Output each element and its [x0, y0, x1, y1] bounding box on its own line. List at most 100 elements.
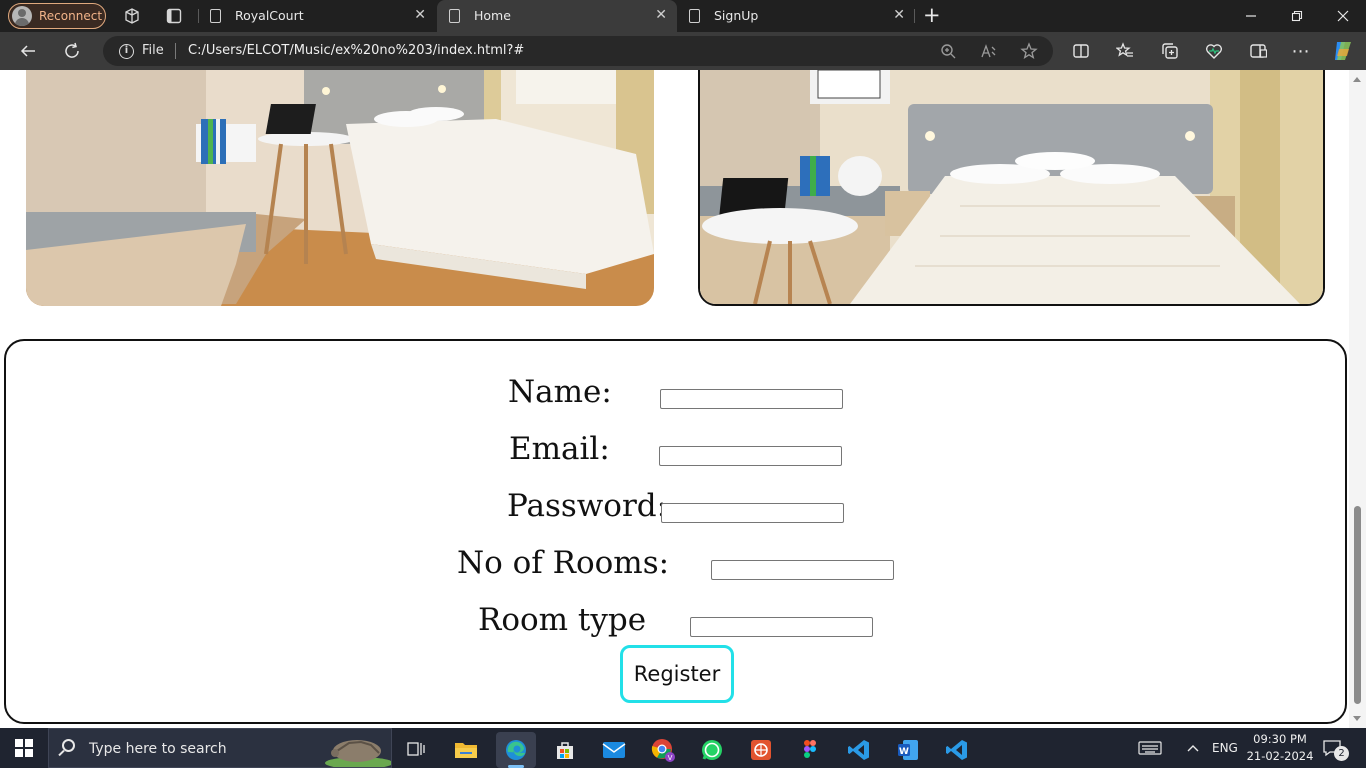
copilot-button[interactable]: [1330, 39, 1356, 63]
page-viewport: Name: Email: Password: No of Rooms: Room…: [0, 70, 1349, 728]
rooms-count-input[interactable]: [711, 560, 894, 580]
file-explorer-button[interactable]: [446, 732, 486, 768]
sidebar-icon: [1250, 44, 1267, 58]
rooms-count-label: No of Rooms:: [457, 545, 670, 581]
url-text[interactable]: C:/Users/ELCOT/Music/ex%20no%203/index.h…: [188, 43, 524, 58]
store-taskbar-button[interactable]: [545, 732, 585, 768]
start-button[interactable]: [0, 728, 48, 768]
split-screen-button[interactable]: [1068, 39, 1094, 63]
language-label: ENG: [1212, 741, 1238, 755]
password-label: Password:: [507, 488, 668, 524]
page-icon: [210, 9, 221, 23]
search-placeholder: Type here to search: [89, 741, 227, 757]
refresh-button[interactable]: [59, 39, 85, 63]
read-aloud-icon[interactable]: [980, 42, 998, 60]
refresh-icon: [65, 42, 79, 58]
bedroom-photo-1-image: [26, 70, 654, 306]
tab-royalcourt[interactable]: RoyalCourt ✕: [198, 0, 436, 32]
bedroom-photo-1: [26, 70, 654, 306]
room-type-input[interactable]: [690, 617, 873, 637]
clock-time: 09:30 PM: [1253, 732, 1307, 746]
favorite-star-icon[interactable]: [1020, 42, 1038, 60]
taskbar-clock[interactable]: 09:30 PM 21-02-2024: [1240, 731, 1320, 765]
bedroom-photo-2: [698, 70, 1325, 306]
keyboard-icon: [1138, 741, 1162, 755]
heart-pulse-icon: [1205, 44, 1223, 59]
name-label: Name:: [508, 374, 612, 410]
show-hidden-icons-button[interactable]: [1186, 728, 1200, 768]
vscode-taskbar-button-2[interactable]: [937, 732, 977, 768]
info-icon[interactable]: i: [119, 44, 134, 59]
back-button[interactable]: [15, 39, 41, 63]
registration-form: Name: Email: Password: No of Rooms: Room…: [4, 339, 1347, 724]
favorites-button[interactable]: [1112, 39, 1138, 63]
language-indicator[interactable]: ENG: [1212, 728, 1238, 768]
browser-toolbar: i File C:/Users/ELCOT/Music/ex%20no%203/…: [0, 32, 1366, 70]
figma-icon: [804, 740, 816, 758]
password-input[interactable]: [661, 503, 844, 523]
address-bar[interactable]: i File C:/Users/ELCOT/Music/ex%20no%203/…: [103, 36, 1053, 66]
close-window-button[interactable]: [1320, 0, 1366, 32]
figma-taskbar-button[interactable]: [790, 732, 830, 768]
collections-icon: [1162, 43, 1178, 59]
zoom-icon[interactable]: [939, 42, 957, 60]
app-red-taskbar-button[interactable]: [741, 732, 781, 768]
vscode-icon: [946, 740, 967, 760]
favorites-icon: [1116, 42, 1133, 57]
page-icon: [449, 9, 460, 23]
task-view-button[interactable]: [396, 732, 436, 768]
tray-keyboard-button[interactable]: [1138, 728, 1162, 768]
search-icon: [62, 739, 75, 752]
mail-icon: [602, 742, 626, 758]
tab-title: Home: [474, 8, 511, 23]
folder-icon: [455, 743, 477, 758]
browser-tab-strip: Reconnect RoyalCourt ✕ Home ✕ SignUp ✕ +: [0, 0, 1366, 32]
profile-button[interactable]: Reconnect: [8, 3, 106, 29]
close-tab-icon[interactable]: ✕: [414, 7, 426, 23]
taskbar-search-box[interactable]: Type here to search: [48, 728, 392, 768]
svg-text:V: V: [668, 754, 673, 762]
chrome-taskbar-button[interactable]: V: [643, 732, 683, 768]
page-icon: [689, 9, 700, 23]
sidebar-toggle-button[interactable]: [1245, 39, 1271, 63]
red-app-icon: [751, 740, 771, 760]
edge-taskbar-button[interactable]: [496, 732, 536, 768]
tab-home[interactable]: Home ✕: [437, 0, 677, 32]
whatsapp-taskbar-button[interactable]: [692, 732, 732, 768]
notification-count-badge: 2: [1334, 746, 1349, 761]
close-tab-icon[interactable]: ✕: [655, 7, 667, 23]
register-button[interactable]: Register: [620, 645, 734, 703]
clock-date: 21-02-2024: [1246, 749, 1314, 763]
chrome-icon: V: [651, 739, 675, 762]
vscode-taskbar-button[interactable]: [839, 732, 879, 768]
task-view-icon: [407, 742, 425, 756]
whatsapp-icon: [702, 740, 722, 760]
tab-separator: [914, 9, 915, 23]
restore-button[interactable]: [1274, 0, 1320, 32]
scheme-label: File: [142, 43, 164, 58]
page-scrollbar[interactable]: [1349, 70, 1366, 728]
new-tab-icon[interactable]: +: [923, 3, 941, 27]
bedroom-photo-2-image: [700, 70, 1323, 304]
tab-signup[interactable]: SignUp ✕: [677, 0, 915, 32]
name-input[interactable]: [660, 389, 843, 409]
settings-more-button[interactable]: ⋯: [1288, 39, 1314, 63]
email-input[interactable]: [659, 446, 842, 466]
browser-essentials-button[interactable]: [1201, 39, 1227, 63]
notification-center-button[interactable]: 2: [1322, 728, 1349, 768]
minimize-button[interactable]: [1228, 0, 1274, 32]
scroll-down-icon[interactable]: [1353, 716, 1361, 721]
avatar: [12, 6, 32, 26]
word-taskbar-button[interactable]: W: [888, 732, 928, 768]
workspaces-icon[interactable]: [123, 7, 141, 25]
close-tab-icon[interactable]: ✕: [893, 7, 905, 23]
scrollbar-thumb[interactable]: [1354, 506, 1361, 704]
scroll-up-icon[interactable]: [1353, 77, 1361, 82]
collections-button[interactable]: [1157, 39, 1183, 63]
tab-title: RoyalCourt: [235, 8, 304, 23]
close-icon: [1337, 10, 1349, 22]
tab-actions-icon[interactable]: [165, 7, 183, 25]
minimize-icon: [1246, 15, 1256, 17]
tab-title: SignUp: [714, 8, 759, 23]
mail-taskbar-button[interactable]: [594, 732, 634, 768]
